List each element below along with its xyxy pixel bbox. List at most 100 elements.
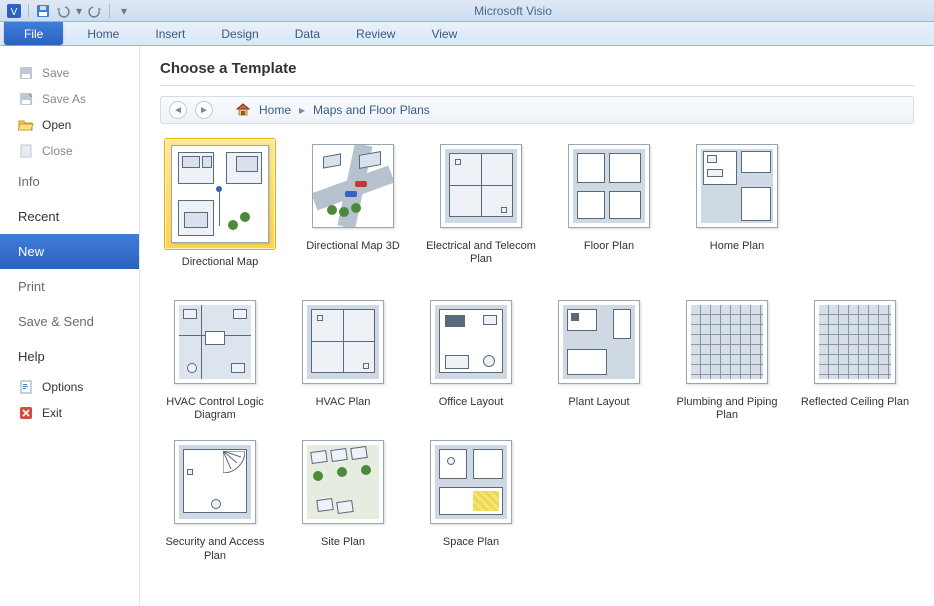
template-item[interactable]: Floor Plan — [554, 138, 664, 282]
breadcrumb-bar: ◄ ► Home ▸ Maps and Floor Plans — [160, 96, 914, 124]
template-thumbnail — [305, 138, 401, 234]
template-thumbnail — [679, 294, 775, 390]
redo-icon[interactable] — [87, 3, 103, 19]
quick-access-toolbar: V ▾ ▾ — [6, 3, 132, 19]
qat-separator — [109, 4, 110, 18]
template-item[interactable]: Home Plan — [682, 138, 792, 282]
visio-app-icon[interactable]: V — [6, 3, 22, 19]
sidebar-item-label: Save & Send — [18, 314, 94, 329]
template-item[interactable]: Plumbing and Piping Plan — [672, 294, 782, 422]
sidebar-item-label: Close — [42, 144, 73, 158]
sidebar-item-label: Open — [42, 118, 71, 132]
ribbon-tabs: File Home Insert Design Data Review View — [0, 22, 934, 46]
template-thumbnail — [689, 138, 785, 234]
template-label: Directional Map — [182, 256, 258, 282]
sidebar-item-recent[interactable]: Recent — [0, 199, 139, 234]
sidebar-item-open[interactable]: Open — [0, 112, 139, 138]
options-icon — [18, 379, 34, 395]
template-label: Security and Access Plan — [160, 536, 270, 562]
sidebar-item-exit[interactable]: Exit — [0, 400, 139, 426]
breadcrumb-home[interactable]: Home — [259, 103, 291, 117]
template-thumbnail — [423, 434, 519, 530]
tab-review[interactable]: Review — [338, 22, 413, 45]
save-icon[interactable] — [35, 3, 51, 19]
template-item[interactable]: Directional Map — [160, 138, 280, 282]
template-label: Directional Map 3D — [306, 240, 400, 266]
sidebar-item-label: Help — [18, 349, 45, 364]
sidebar-item-close[interactable]: Close — [0, 138, 139, 164]
sidebar-item-options[interactable]: Options — [0, 374, 139, 400]
template-thumbnail — [164, 138, 276, 250]
template-thumbnail — [295, 434, 391, 530]
dropdown-icon[interactable]: ▾ — [75, 3, 83, 19]
sidebar-item-label: New — [18, 244, 44, 259]
template-gallery: Directional Map Directional Map 3D Electri… — [160, 138, 914, 563]
nav-forward-button[interactable]: ► — [195, 101, 213, 119]
template-thumbnail — [561, 138, 657, 234]
sidebar-item-label: Save As — [42, 92, 86, 106]
tab-design[interactable]: Design — [203, 22, 276, 45]
template-label: HVAC Plan — [316, 396, 371, 422]
template-label: Office Layout — [439, 396, 504, 422]
sidebar-item-help[interactable]: Help — [0, 339, 139, 374]
template-label: Site Plan — [321, 536, 365, 562]
sidebar-item-label: Info — [18, 174, 40, 189]
tab-view[interactable]: View — [413, 22, 475, 45]
template-label: Plumbing and Piping Plan — [672, 396, 782, 422]
sidebar-item-label: Exit — [42, 406, 62, 420]
template-label: Home Plan — [710, 240, 764, 266]
page-title: Choose a Template — [160, 60, 914, 77]
template-item[interactable]: HVAC Plan — [288, 294, 398, 422]
template-item[interactable]: Office Layout — [416, 294, 526, 422]
sidebar-item-label: Print — [18, 279, 45, 294]
template-item[interactable]: Reflected Ceiling Plan — [800, 294, 910, 422]
qat-separator — [28, 4, 29, 18]
nav-back-button[interactable]: ◄ — [169, 101, 187, 119]
template-thumbnail — [167, 294, 263, 390]
template-label: Reflected Ceiling Plan — [801, 396, 909, 422]
tab-insert[interactable]: Insert — [137, 22, 203, 45]
template-label: HVAC Control Logic Diagram — [160, 396, 270, 422]
sidebar-item-label: Recent — [18, 209, 59, 224]
tab-data[interactable]: Data — [277, 22, 338, 45]
close-doc-icon — [18, 143, 34, 159]
template-item[interactable]: Plant Layout — [544, 294, 654, 422]
template-item[interactable]: Site Plan — [288, 434, 398, 562]
template-label: Space Plan — [443, 536, 499, 562]
backstage-main: Choose a Template ◄ ► Home ▸ Maps and Fl… — [140, 46, 934, 606]
breadcrumb-category[interactable]: Maps and Floor Plans — [313, 103, 430, 117]
backstage-view: Save Save As Open Close Info Recent New … — [0, 46, 934, 606]
template-item[interactable]: Electrical and Telecom Plan — [426, 138, 536, 282]
home-icon[interactable] — [235, 102, 251, 118]
sidebar-item-save[interactable]: Save — [0, 60, 139, 86]
template-thumbnail — [295, 294, 391, 390]
template-item[interactable]: Directional Map 3D — [298, 138, 408, 282]
sidebar-item-new[interactable]: New — [0, 234, 139, 269]
svg-text:V: V — [11, 7, 18, 18]
template-label: Floor Plan — [584, 240, 634, 266]
chevron-right-icon: ▸ — [299, 103, 305, 117]
template-label: Plant Layout — [568, 396, 629, 422]
tab-home[interactable]: Home — [69, 22, 137, 45]
template-label: Electrical and Telecom Plan — [426, 240, 536, 266]
template-thumbnail — [433, 138, 529, 234]
save-as-icon — [18, 91, 34, 107]
template-thumbnail — [167, 434, 263, 530]
folder-open-icon — [18, 117, 34, 133]
undo-icon[interactable] — [55, 3, 71, 19]
template-thumbnail — [807, 294, 903, 390]
exit-icon — [18, 405, 34, 421]
template-item[interactable]: Security and Access Plan — [160, 434, 270, 562]
backstage-sidebar: Save Save As Open Close Info Recent New … — [0, 46, 140, 606]
qat-customize-icon[interactable]: ▾ — [116, 3, 132, 19]
template-item[interactable]: Space Plan — [416, 434, 526, 562]
template-item[interactable]: HVAC Control Logic Diagram — [160, 294, 270, 422]
sidebar-item-save-as[interactable]: Save As — [0, 86, 139, 112]
template-thumbnail — [551, 294, 647, 390]
sidebar-item-print[interactable]: Print — [0, 269, 139, 304]
sidebar-item-label: Options — [42, 380, 83, 394]
tab-file[interactable]: File — [4, 22, 63, 45]
sidebar-item-info[interactable]: Info — [0, 164, 139, 199]
sidebar-item-label: Save — [42, 66, 69, 80]
sidebar-item-save-send[interactable]: Save & Send — [0, 304, 139, 339]
